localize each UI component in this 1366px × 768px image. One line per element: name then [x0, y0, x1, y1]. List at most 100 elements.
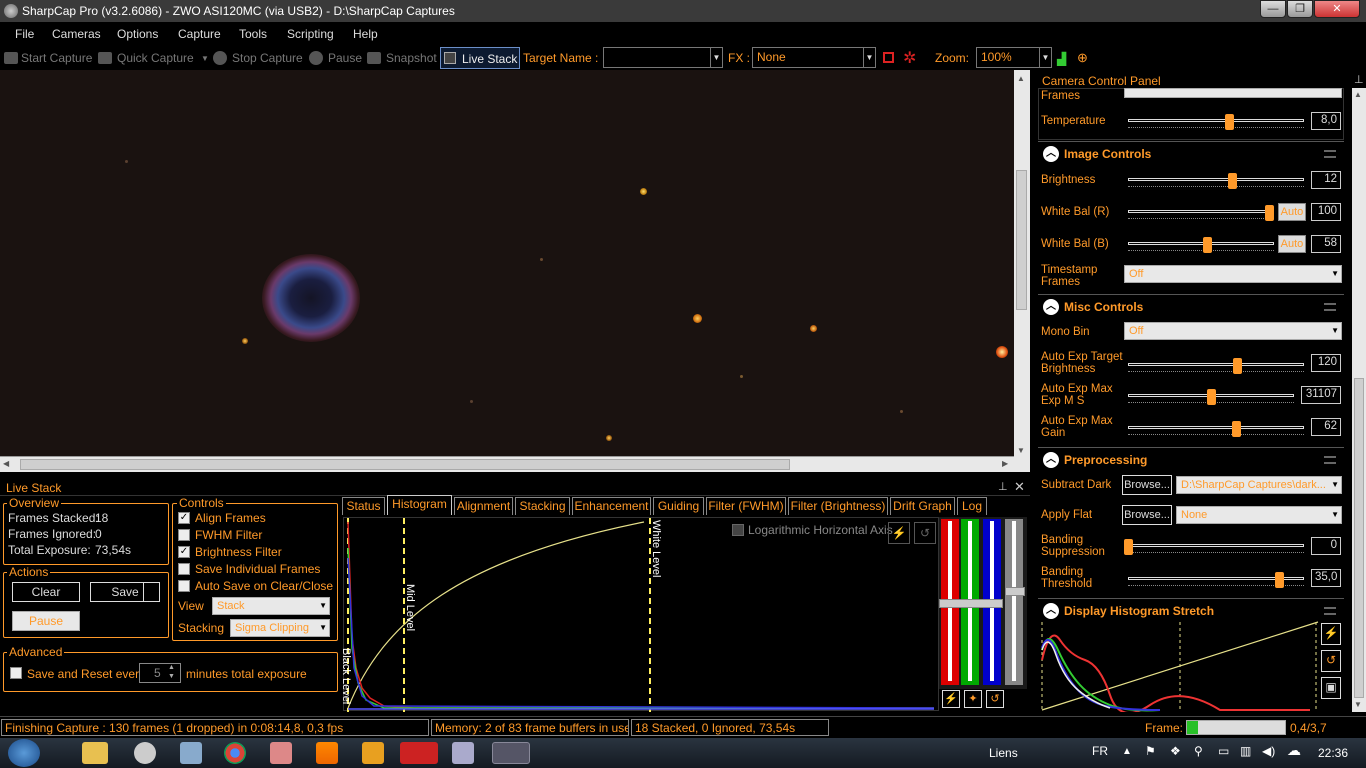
menu-capture[interactable]: Capture [178, 27, 221, 41]
tab-filter-fwhm[interactable]: Filter (FWHM) [706, 497, 786, 515]
menu-options[interactable]: Options [117, 27, 158, 41]
menu-file[interactable]: File [15, 27, 34, 41]
scroll-down-icon[interactable]: ▼ [1017, 446, 1025, 455]
grip-icon[interactable] [1324, 150, 1336, 158]
grip-icon[interactable] [1324, 303, 1336, 311]
image-viewer[interactable] [0, 70, 1014, 456]
reset-icon[interactable]: ↺ [986, 690, 1004, 708]
wb-r-slider[interactable] [1128, 205, 1274, 221]
align-frames-checkbox[interactable]: ✓ [178, 512, 190, 524]
auto-exp-target-value[interactable]: 120 [1311, 354, 1341, 372]
wb-r-value[interactable]: 100 [1311, 203, 1341, 221]
start-capture-button[interactable]: Start Capture [21, 51, 92, 65]
chrome-icon[interactable] [224, 742, 246, 764]
chevron-down-icon[interactable]: ▼ [863, 48, 875, 67]
zoom-select[interactable]: 100% ▼ [976, 47, 1052, 68]
tab-enhancement[interactable]: Enhancement [572, 497, 651, 515]
volume-icon[interactable]: ◀) [1262, 744, 1275, 758]
save-individual-checkbox[interactable] [178, 563, 190, 575]
tab-histogram[interactable]: Histogram [387, 495, 452, 515]
image-controls-header[interactable]: ︿ Image Controls [1038, 141, 1344, 165]
save-icon[interactable]: ▣ [1321, 677, 1341, 699]
save-button[interactable]: Save [90, 582, 160, 602]
start-button[interactable] [8, 739, 40, 767]
liens-toolbar[interactable]: Liens [989, 746, 1018, 760]
panel-scrollbar[interactable]: ▲ ▼ [1352, 88, 1366, 712]
horizontal-scrollbar[interactable]: ◀ ▶ [0, 456, 1014, 472]
slider-thumb[interactable] [1005, 587, 1025, 596]
menu-help[interactable]: Help [353, 27, 378, 41]
collapse-icon[interactable]: ︿ [1043, 603, 1059, 619]
menu-scripting[interactable]: Scripting [287, 27, 334, 41]
brightness-value[interactable]: 12 [1311, 171, 1341, 189]
histogram-icon[interactable]: ▟ [1057, 52, 1066, 66]
dropbox-icon[interactable]: ❖ [1170, 744, 1181, 758]
display-histogram-chart[interactable] [1040, 620, 1320, 712]
maximize-button[interactable]: ❐ [1287, 0, 1313, 18]
rgb-level-sliders[interactable] [939, 517, 1027, 689]
clock[interactable]: 22:36 [1318, 746, 1348, 760]
tab-filter-brightness[interactable]: Filter (Brightness) [788, 497, 888, 515]
reticle-box-icon[interactable] [883, 52, 894, 63]
pin-icon[interactable]: ⊥ [998, 480, 1008, 493]
menu-tools[interactable]: Tools [239, 27, 267, 41]
sparkle-icon[interactable]: ✦ [964, 690, 982, 708]
preprocessing-header[interactable]: ︿ Preprocessing [1038, 447, 1344, 471]
mono-bin-select[interactable]: Off ▼ [1124, 322, 1342, 340]
menu-cameras[interactable]: Cameras [52, 27, 101, 41]
media-player-icon[interactable] [362, 742, 384, 764]
apply-flat-select[interactable]: None ▼ [1176, 506, 1342, 524]
collapse-icon[interactable]: ︿ [1043, 299, 1059, 315]
grip-icon[interactable] [1324, 607, 1336, 615]
network-icon[interactable] [134, 742, 156, 764]
stack-histogram[interactable]: Black Level Mid Level White Level Logari… [340, 517, 939, 712]
tab-alignment[interactable]: Alignment [454, 497, 513, 515]
banding-suppression-slider[interactable] [1124, 539, 1304, 555]
tab-guiding[interactable]: Guiding [653, 497, 704, 515]
chevron-down-icon[interactable]: ▼ [1039, 48, 1051, 67]
auto-exp-max-gain-slider[interactable] [1128, 421, 1304, 437]
scroll-left-icon[interactable]: ◀ [3, 459, 9, 468]
temperature-slider[interactable] [1128, 114, 1304, 130]
misc-controls-header[interactable]: ︿ Misc Controls [1038, 294, 1344, 318]
scroll-up-icon[interactable]: ▲ [1354, 90, 1362, 99]
scroll-down-icon[interactable]: ▼ [1354, 700, 1362, 709]
clear-button[interactable]: Clear [12, 582, 80, 602]
auto-exp-max-exp-value[interactable]: 31107 [1301, 386, 1341, 404]
reset-icon[interactable]: ↺ [914, 522, 936, 544]
subtract-dark-select[interactable]: D:\SharpCap Captures\dark... ▼ [1176, 476, 1342, 494]
reset-icon[interactable]: ↺ [1321, 650, 1341, 672]
save-reset-checkbox[interactable] [10, 667, 22, 679]
wb-b-value[interactable]: 58 [1311, 235, 1341, 253]
fwhm-filter-checkbox[interactable] [178, 529, 190, 541]
pause-button[interactable]: Pause [328, 51, 362, 65]
focus-icon[interactable]: ⊕ [1077, 50, 1088, 66]
chevron-up-icon[interactable]: ▲ [168, 664, 175, 671]
stacking-select[interactable]: Sigma Clipping ▼ [230, 619, 330, 637]
frames-select[interactable] [1124, 88, 1342, 98]
tab-log[interactable]: Log [957, 497, 987, 515]
close-button[interactable]: ✕ [1314, 0, 1360, 18]
collapse-icon[interactable]: ︿ [1043, 146, 1059, 162]
pause-stack-button[interactable]: Pause [12, 611, 80, 631]
snapshot-button[interactable]: Snapshot [386, 51, 437, 65]
brightness-filter-checkbox[interactable]: ✓ [178, 546, 190, 558]
pin-icon[interactable]: ⊥ [1354, 73, 1364, 86]
brightness-slider[interactable] [1128, 173, 1304, 189]
app-icon[interactable] [452, 742, 474, 764]
scroll-right-icon[interactable]: ▶ [1002, 459, 1008, 468]
language-indicator[interactable]: FR [1092, 744, 1108, 758]
auto-exp-max-gain-value[interactable]: 62 [1311, 418, 1341, 436]
slider-thumb[interactable] [939, 599, 1003, 608]
vertical-scrollbar[interactable]: ▲ ▼ [1014, 70, 1030, 472]
save-reset-stepper[interactable]: 5 ▲ ▼ [139, 663, 181, 683]
stop-capture-button[interactable]: Stop Capture [232, 51, 303, 65]
fx-select[interactable]: None ▼ [752, 47, 876, 68]
explorer-icon[interactable] [82, 742, 108, 764]
timestamp-select[interactable]: Off ▼ [1124, 265, 1342, 283]
close-icon[interactable]: ✕ [1014, 479, 1025, 495]
chevron-down-icon[interactable]: ▼ [168, 673, 175, 680]
banding-threshold-value[interactable]: 35,0 [1311, 569, 1341, 587]
app-icon[interactable] [180, 742, 202, 764]
minimize-button[interactable]: — [1260, 0, 1286, 18]
